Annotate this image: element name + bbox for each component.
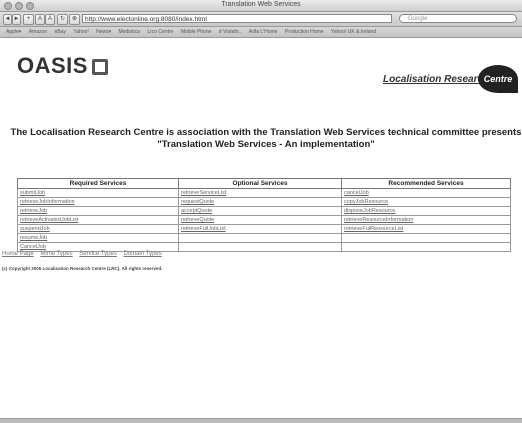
service-link[interactable]: retrieveQuote [178,215,342,225]
bookmark-item[interactable]: Yahoo! UK & Ireland [331,29,376,35]
nav-link-mime-types[interactable]: Mime Types [40,251,72,257]
title-bar: Translation Web Services [0,0,522,12]
reload-button[interactable]: ↻ [57,14,68,25]
window-title: Translation Web Services [221,1,301,8]
search-placeholder: Google [408,16,428,22]
nav-link-home[interactable]: Home Page [2,251,34,257]
bookmark-item[interactable]: Production Home [285,29,324,35]
footer-nav: Home Page Mime Types Service Types Domai… [2,251,167,257]
bookmark-item[interactable]: eBay [54,29,65,35]
empty-cell [178,233,342,243]
bookmark-item[interactable]: News▾ [96,29,111,35]
column-header: Required Services [17,178,179,189]
service-link[interactable]: retrieveServiceList [178,188,342,198]
bookmark-item[interactable]: Yahoo! [73,29,88,35]
web-page: OASIS Localisation Research Centre The L… [0,38,522,418]
nav-link-domain-types[interactable]: Domain Types [124,251,162,257]
table-row: retrieveJob acceptQuote disposeJobResour… [17,206,511,216]
service-link[interactable]: retrieveResourceInformation [341,215,511,225]
oasis-logo-icon [91,59,108,75]
service-link[interactable]: retrieveFullResourceList [341,224,511,234]
back-button[interactable]: ◄ [3,14,12,25]
stop-button[interactable]: ⊗ [69,14,80,25]
search-field[interactable]: Google [399,14,517,23]
column-header: Recommended Services [341,178,511,189]
address-bar[interactable]: http://www.electonline.org:8080/index.ht… [82,14,392,23]
table-row: resumeJob [17,233,511,243]
service-link[interactable]: copyJobResource [341,197,511,207]
bookmark-item[interactable]: Apple▾ [6,29,21,35]
table-row: submitJob retrieveServiceList cancelJob [17,188,511,198]
oasis-logo-text: OASIS [17,53,88,78]
bookmark-item[interactable]: d Vodafo.. [219,29,242,35]
forward-button[interactable]: ► [12,14,21,25]
empty-cell [178,242,342,252]
table-row: suspendJob retrieveFullJobList retrieveF… [17,224,511,234]
service-link[interactable]: retrieveJob [17,206,179,216]
empty-cell [341,242,511,252]
service-link[interactable]: resumeJob [17,233,179,243]
add-bookmark-button[interactable]: + [23,14,34,25]
service-link[interactable]: suspendJob [17,224,179,234]
bookmark-item[interactable]: Amazon [29,29,47,35]
page-heading: The Localisation Research Centre is asso… [10,127,522,150]
table-row: retrieveActivatedJobList retrieveQuote r… [17,215,511,225]
table-header-row: Required Services Optional Services Reco… [17,178,511,189]
table-row: retrieveJobInformation requestQuote copy… [17,197,511,207]
copyright-text: (c) Copyright 2005 Localisation Research… [2,266,163,271]
text-smaller-button[interactable]: A [35,14,45,25]
bookmark-item[interactable]: Adfa L'Home [249,29,278,35]
text-larger-button[interactable]: A [45,14,55,25]
service-link[interactable]: retrieveFullJobList [178,224,342,234]
bookmarks-bar: Apple▾ Amazon eBay Yahoo! News▾ Mediatic… [0,27,522,38]
bookmark-item[interactable]: Lrco Centre [147,29,173,35]
column-header: Optional Services [178,178,342,189]
service-link[interactable]: requestQuote [178,197,342,207]
lrc-logo-badge: Centre [478,65,518,93]
oasis-logo: OASIS [17,53,108,79]
empty-cell [341,233,511,243]
service-link[interactable]: retrieveActivatedJobList [17,215,179,225]
service-link[interactable]: cancelJob [341,188,511,198]
service-link[interactable]: acceptQuote [178,206,342,216]
lrc-logo-text: Localisation Research [383,74,490,85]
service-link[interactable]: submitJob [17,188,179,198]
service-link[interactable]: disposeJobResource [341,206,511,216]
browser-window: Translation Web Services ◄ ► + A A ↻ ⊗ h… [0,0,522,423]
browser-toolbar: ◄ ► + A A ↻ ⊗ http://www.electonline.org… [0,12,522,27]
nav-link-service-types[interactable]: Service Types [79,251,117,257]
bookmark-item[interactable]: Mediatica [119,29,140,35]
services-table: Required Services Optional Services Reco… [17,178,511,252]
bookmark-item[interactable]: Mobile Phone [181,29,212,35]
status-bar [0,418,522,423]
service-link[interactable]: retrieveJobInformation [17,197,179,207]
